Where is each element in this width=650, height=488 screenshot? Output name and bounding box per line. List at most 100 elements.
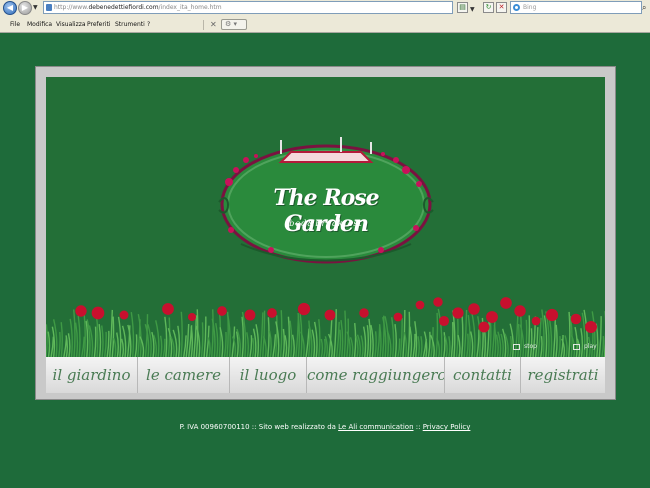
nav-contatti[interactable]: contatti — [445, 357, 521, 393]
grass-blade — [397, 338, 401, 357]
menu-help[interactable]: ? — [147, 19, 150, 30]
bing-icon — [513, 4, 520, 11]
grass-blade — [366, 325, 370, 357]
rose-flower — [415, 300, 425, 310]
grass-blade — [409, 326, 413, 357]
grass-blade — [457, 334, 461, 357]
grass-blade — [50, 336, 55, 357]
logo-subtitle: bed&breakfast — [289, 219, 363, 228]
grass-blade — [284, 335, 288, 357]
rose-flower — [217, 306, 227, 316]
grass-blade — [249, 335, 253, 357]
grass-blade — [134, 334, 138, 357]
rose-flower — [433, 297, 443, 307]
address-dropdown-icon[interactable]: ▼ — [470, 6, 475, 13]
grass-blade — [211, 309, 214, 357]
grass-blade — [235, 331, 239, 357]
grass-blade — [500, 333, 504, 357]
nav-le-camere[interactable]: le camere — [138, 357, 230, 393]
main-navigation: il giardino le camere il luogo come ragg… — [46, 357, 605, 393]
nav-il-luogo[interactable]: il luogo — [230, 357, 307, 393]
nav-registrati[interactable]: registrati — [521, 357, 605, 393]
grass-blade — [391, 317, 395, 357]
grass-blade — [98, 324, 102, 357]
grass-blade — [203, 316, 207, 357]
footer: P. IVA 00960700110 :: Sito web realizzat… — [0, 422, 650, 432]
menu-preferiti[interactable]: Preferiti — [87, 19, 111, 30]
grass-blade — [74, 322, 79, 357]
grass-blade — [180, 311, 183, 357]
address-path: /index_ita_home.htm — [158, 4, 222, 11]
grass-blade — [162, 338, 166, 357]
privacy-policy-link[interactable]: Privacy Policy — [423, 423, 471, 431]
grass-blade — [287, 316, 290, 357]
rose-flower — [468, 303, 480, 315]
forward-button[interactable]: ▶ — [18, 1, 32, 15]
grass-blade — [164, 316, 168, 357]
search-input[interactable]: Bing — [510, 1, 642, 14]
agency-link[interactable]: Le Ali communication — [338, 423, 413, 431]
search-icon[interactable]: ⌕ — [642, 2, 650, 13]
grass-blade — [130, 312, 135, 357]
grass-blade — [190, 326, 194, 357]
menu-file[interactable]: File — [10, 19, 20, 30]
close-toolbar-icon[interactable]: ✕ — [210, 19, 217, 30]
rose-flower — [359, 308, 369, 318]
slideshow-stop-button[interactable]: stop — [513, 342, 537, 352]
grass-blade — [509, 336, 512, 357]
grass-blade — [338, 329, 342, 357]
grass-blade — [103, 331, 107, 357]
grass-blade — [417, 336, 420, 357]
nav-il-giardino[interactable]: il giardino — [46, 357, 138, 393]
grass-blade — [450, 322, 454, 357]
grass-blade — [109, 309, 114, 357]
grass-blade — [241, 316, 244, 357]
grass-blade — [116, 332, 119, 357]
gear-icon[interactable]: ⚙ ▾ — [221, 19, 247, 30]
slideshow-play-button[interactable]: play — [573, 342, 597, 352]
grass-blade — [318, 319, 321, 357]
refresh-icon[interactable]: ↻ — [483, 2, 494, 13]
flash-stage: The Rose Garden bed&breakfast stop play — [46, 77, 605, 357]
grass-blade — [543, 315, 548, 357]
rose-flower — [585, 321, 597, 333]
grass-blade — [336, 321, 340, 357]
rose-flower — [324, 309, 336, 321]
address-bar[interactable]: http://www.debenedettiefiordi.com/index_… — [43, 1, 453, 14]
back-button[interactable]: ◀ — [3, 1, 17, 15]
rose-flower — [438, 315, 450, 327]
menu-visualizza[interactable]: Visualizza — [56, 19, 86, 30]
grass-blade — [268, 330, 272, 357]
grass-blade — [455, 318, 459, 357]
grass-blade — [598, 316, 602, 357]
grass-blade — [311, 329, 316, 357]
grass-blade — [353, 322, 357, 357]
rose-flower — [486, 311, 498, 323]
grass-blade — [601, 336, 605, 357]
rose-flower — [119, 310, 129, 320]
grass-blade — [407, 311, 411, 357]
menu-divider — [203, 20, 204, 30]
grass-blade — [295, 316, 300, 357]
menu-bar: File Modifica Visualizza Preferiti Strum… — [0, 17, 650, 32]
grass-blade — [282, 328, 285, 357]
menu-modifica[interactable]: Modifica — [27, 19, 52, 30]
grass-blade — [360, 335, 364, 357]
grass-blade — [63, 337, 68, 357]
grass-blade — [47, 331, 51, 357]
compatibility-icon[interactable]: ▤ — [457, 2, 468, 13]
grass-blade — [106, 330, 110, 357]
stop-icon[interactable]: ✕ — [496, 2, 507, 13]
menu-strumenti[interactable]: Strumenti — [115, 19, 145, 30]
rose-flower — [452, 307, 464, 319]
rose-flower — [500, 297, 512, 309]
grass-blade — [291, 334, 295, 357]
grass-blade — [185, 324, 190, 357]
grass-blade — [289, 320, 293, 357]
nav-come-raggiungerci[interactable]: come raggiungerci — [307, 357, 445, 393]
grass-blade — [466, 333, 469, 357]
grass-blade — [555, 324, 558, 357]
rose-flower — [297, 302, 311, 316]
grass-blade — [215, 323, 219, 357]
history-dropdown-icon[interactable]: ▼ — [33, 4, 39, 11]
